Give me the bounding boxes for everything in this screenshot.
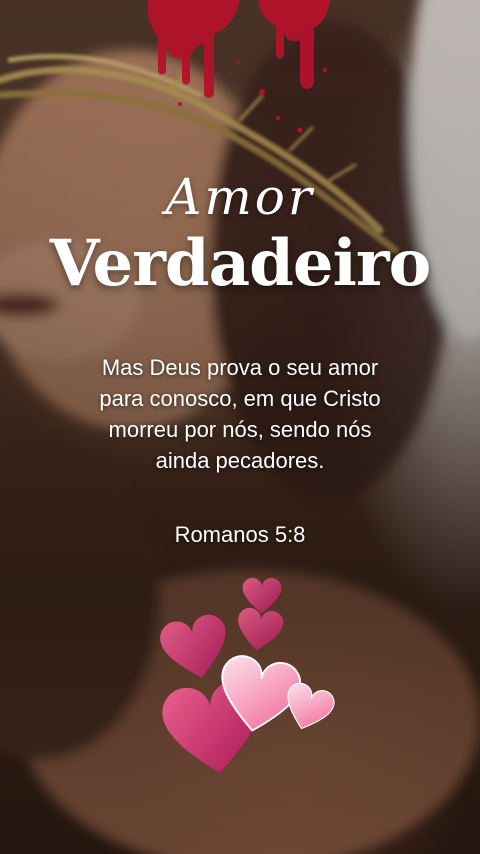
- story-image: Amor Verdadeiro Mas Deus prova o seu amo…: [0, 0, 480, 854]
- blood-splatter-decoration: [147, 0, 330, 133]
- title-script-word: Amor: [165, 168, 315, 226]
- verse-line: Mas Deus prova o seu amor: [101, 355, 379, 380]
- verse-line: para conosco, em que Cristo: [99, 386, 381, 411]
- hearts-decoration: [157, 577, 338, 780]
- verse-reference: Romanos 5:8: [174, 522, 306, 547]
- verse-line: morreu por nós, sendo nós: [108, 417, 372, 442]
- bible-verse: Mas Deus prova o seu amor para conosco, …: [40, 352, 440, 476]
- title-main-word: Verdadeiro: [49, 226, 432, 301]
- verse-line: ainda pecadores.: [155, 448, 325, 473]
- heart-icon: [234, 606, 285, 654]
